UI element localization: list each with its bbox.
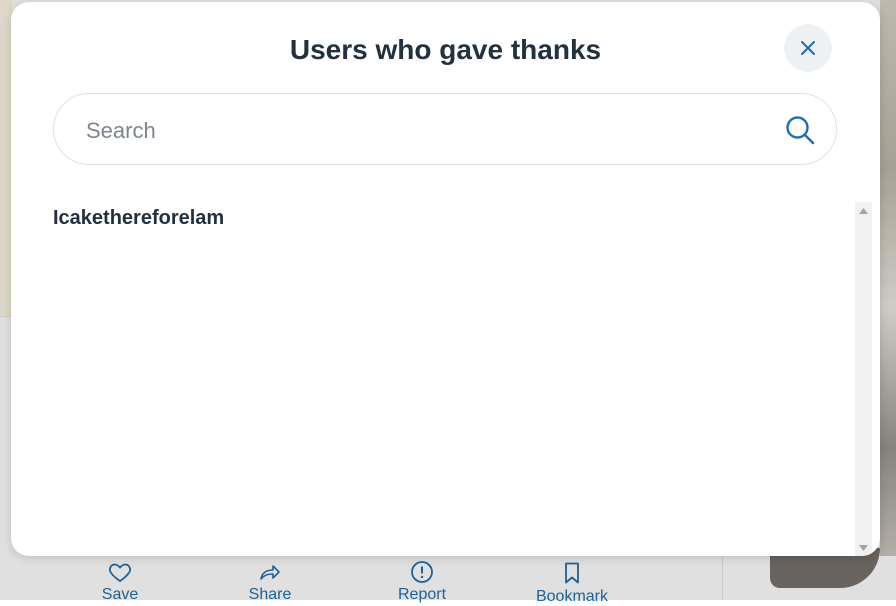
scroll-down-arrow[interactable] — [855, 539, 872, 556]
dialog-title: Users who gave thanks — [289, 34, 602, 65]
caret-up-icon — [859, 207, 868, 214]
thanks-users-dialog: Users who gave thanks Icakethereforelam — [11, 2, 880, 556]
caret-down-icon — [859, 544, 868, 551]
close-button[interactable] — [784, 24, 832, 72]
close-icon — [801, 41, 815, 55]
search-input[interactable] — [84, 108, 748, 154]
list-item[interactable]: Icakethereforelam — [53, 207, 224, 230]
search-box — [53, 93, 837, 165]
search-icon[interactable] — [784, 114, 816, 146]
scroll-up-arrow[interactable] — [855, 202, 872, 219]
users-list: Icakethereforelam — [11, 192, 855, 556]
scrollbar[interactable] — [855, 202, 872, 556]
